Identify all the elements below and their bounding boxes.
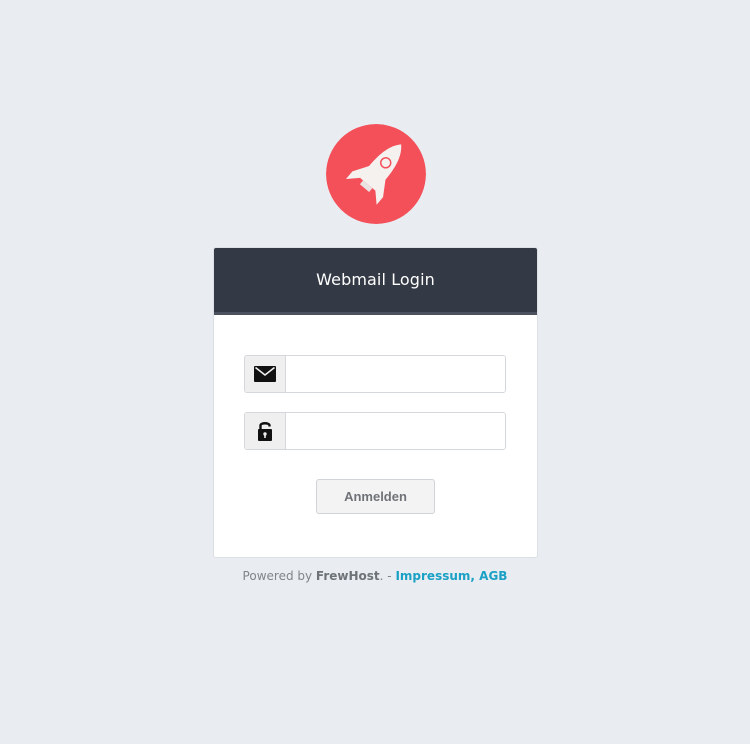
brand-name: FrewHost xyxy=(315,569,380,583)
card-title: Webmail Login xyxy=(316,270,435,289)
email-field[interactable] xyxy=(286,356,505,392)
email-input-group xyxy=(244,355,506,393)
impressum-link[interactable]: Impressum xyxy=(395,569,470,583)
login-card: Webmail Login Anmelden xyxy=(213,247,538,558)
footer-comma: , xyxy=(470,569,480,583)
powered-by-text: Powered by xyxy=(242,569,316,583)
password-addon xyxy=(245,413,286,449)
footer-separator: . - xyxy=(379,569,396,583)
login-page: Webmail Login Anmelden Powered by FrewHo… xyxy=(0,0,750,744)
envelope-icon xyxy=(254,366,276,382)
password-field[interactable] xyxy=(286,413,505,449)
footer: Powered by FrewHost. - Impressum, AGB xyxy=(0,569,750,583)
card-header: Webmail Login xyxy=(214,248,537,315)
rocket-icon xyxy=(326,124,426,224)
lock-icon xyxy=(258,422,272,441)
agb-link[interactable]: AGB xyxy=(479,569,507,583)
login-button[interactable]: Anmelden xyxy=(316,479,435,514)
logo xyxy=(326,124,426,224)
password-input-group xyxy=(244,412,506,450)
email-addon xyxy=(245,356,286,392)
